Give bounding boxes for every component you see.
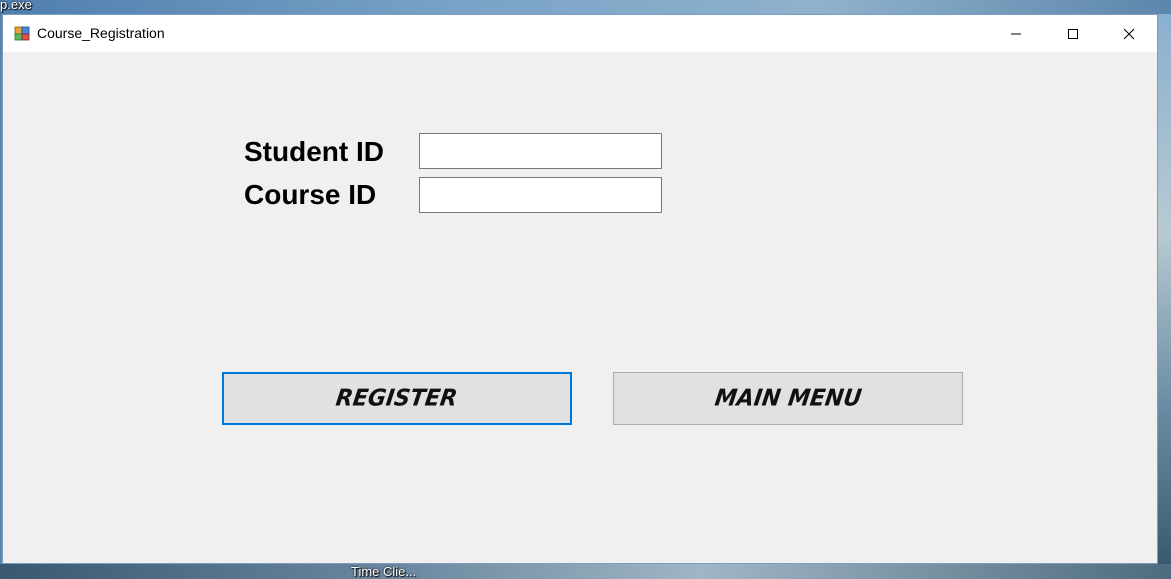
main-menu-button-label: MAIN MENU bbox=[712, 385, 864, 412]
winforms-app-icon bbox=[14, 25, 30, 41]
window-title: Course_Registration bbox=[37, 25, 165, 41]
title-bar[interactable]: Course_Registration bbox=[3, 15, 1157, 52]
register-button-label: REGISTER bbox=[334, 385, 460, 412]
desktop-wallpaper-right bbox=[1158, 14, 1171, 564]
maximize-icon bbox=[1068, 28, 1078, 39]
desktop-icon-label-time-client[interactable]: Time Clie... bbox=[351, 565, 416, 579]
close-button[interactable] bbox=[1101, 15, 1157, 52]
course-registration-window: Course_Registration Student ID Course ID… bbox=[2, 14, 1158, 564]
register-button[interactable]: REGISTER bbox=[222, 372, 572, 425]
maximize-button[interactable] bbox=[1045, 15, 1101, 52]
minimize-icon bbox=[1011, 33, 1021, 34]
minimize-button[interactable] bbox=[988, 15, 1044, 52]
close-icon bbox=[1123, 28, 1135, 39]
course-id-input[interactable] bbox=[419, 177, 662, 213]
desktop-icon-label[interactable]: p.exe bbox=[0, 0, 32, 12]
student-id-label: Student ID bbox=[244, 136, 384, 167]
student-id-input[interactable] bbox=[419, 133, 662, 169]
course-id-label: Course ID bbox=[244, 179, 377, 210]
desktop-wallpaper-top bbox=[0, 0, 1171, 14]
main-menu-button[interactable]: MAIN MENU bbox=[613, 372, 963, 425]
desktop-wallpaper-bottom bbox=[0, 564, 1171, 579]
